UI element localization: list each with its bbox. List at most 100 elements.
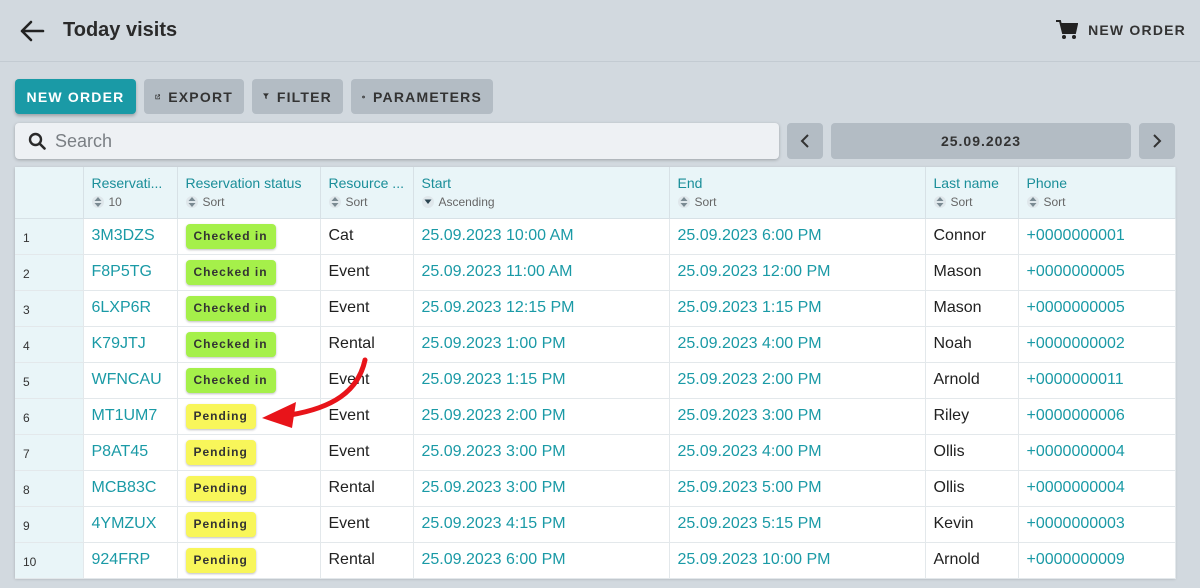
table-row[interactable]: 5 WFNCAU Checked in Event 25.09.2023 1:15 PM… (15, 362, 1176, 399)
sort-control[interactable]: 10 (91, 195, 169, 209)
column-header[interactable]: Start Ascending (413, 167, 670, 219)
phone-link[interactable]: +0000000005 (1018, 290, 1176, 327)
export-button[interactable]: EXPORT (144, 79, 244, 114)
column-header[interactable]: Phone Sort (1018, 167, 1176, 219)
date-selector[interactable]: 25.09.2023 (831, 123, 1131, 159)
end-time[interactable]: 25.09.2023 4:00 PM (669, 326, 926, 363)
table-row[interactable]: 6 MT1UM7 Pending Event 25.09.2023 2:00 PM 25.… (15, 398, 1176, 435)
column-title: Reservation status (185, 175, 302, 191)
reservation-code[interactable]: P8AT45 (83, 434, 178, 471)
parameters-button[interactable]: PARAMETERS (351, 79, 493, 114)
resource-cell: Event (320, 434, 414, 471)
table-row[interactable]: 8 MCB83C Pending Rental 25.09.2023 3:00 PM 25… (15, 470, 1176, 507)
start-time[interactable]: 25.09.2023 1:00 PM (413, 326, 670, 363)
start-time[interactable]: 25.09.2023 11:00 AM (413, 254, 670, 291)
sort-control[interactable]: Sort (328, 195, 405, 209)
last-name: Mason (925, 290, 1019, 327)
status-badge[interactable]: Checked in (185, 367, 276, 393)
start-time[interactable]: 25.09.2023 2:00 PM (413, 398, 670, 435)
status-badge[interactable]: Pending (185, 403, 256, 429)
column-header[interactable]: Last name Sort (925, 167, 1019, 219)
status-badge[interactable]: Pending (185, 547, 256, 573)
end-time[interactable]: 25.09.2023 5:00 PM (669, 470, 926, 507)
end-time[interactable]: 25.09.2023 12:00 PM (669, 254, 926, 291)
end-time[interactable]: 25.09.2023 6:00 PM (669, 218, 926, 255)
table-row[interactable]: 10 924FRP Pending Rental 25.09.2023 6:00 PM 2… (15, 542, 1176, 579)
table-row[interactable]: 2 F8P5TG Checked in Event 25.09.2023 11:00 A… (15, 254, 1176, 291)
column-header[interactable]: Resource ... Sort (320, 167, 414, 219)
column-header[interactable]: Reservation status Sort (177, 167, 321, 219)
column-header[interactable]: End Sort (669, 167, 926, 219)
reservation-code[interactable]: 924FRP (83, 542, 178, 579)
reservation-code[interactable]: F8P5TG (83, 254, 178, 291)
status-cell: Checked in (177, 254, 321, 291)
table-row[interactable]: 9 4YMZUX Pending Event 25.09.2023 4:15 PM 25.… (15, 506, 1176, 543)
phone-link[interactable]: +0000000001 (1018, 218, 1176, 255)
column-title: Resource ... (328, 175, 404, 191)
reservation-code[interactable]: K79JTJ (83, 326, 178, 363)
status-badge[interactable]: Checked in (185, 259, 276, 285)
end-time[interactable]: 25.09.2023 10:00 PM (669, 542, 926, 579)
sort-control[interactable]: Sort (1026, 195, 1167, 209)
end-time[interactable]: 25.09.2023 2:00 PM (669, 362, 926, 399)
end-time[interactable]: 25.09.2023 3:00 PM (669, 398, 926, 435)
sort-label: Sort (950, 195, 973, 209)
reservation-code[interactable]: 4YMZUX (83, 506, 178, 543)
new-order-button[interactable]: NEW ORDER (15, 79, 136, 114)
back-button[interactable] (14, 14, 50, 48)
sort-control[interactable]: Sort (933, 195, 1010, 209)
sort-icon (328, 196, 341, 208)
row-number: 4 (15, 326, 84, 363)
start-time[interactable]: 25.09.2023 10:00 AM (413, 218, 670, 255)
status-badge[interactable]: Pending (185, 439, 256, 465)
phone-link[interactable]: +0000000002 (1018, 326, 1176, 363)
phone-link[interactable]: +0000000004 (1018, 470, 1176, 507)
reservation-code[interactable]: 3M3DZS (83, 218, 178, 255)
start-time[interactable]: 25.09.2023 4:15 PM (413, 506, 670, 543)
phone-link[interactable]: +0000000005 (1018, 254, 1176, 291)
phone-link[interactable]: +0000000006 (1018, 398, 1176, 435)
sort-control[interactable]: Sort (185, 195, 312, 209)
sort-label: Sort (694, 195, 717, 209)
status-badge[interactable]: Pending (185, 475, 256, 501)
end-time[interactable]: 25.09.2023 5:15 PM (669, 506, 926, 543)
column-header[interactable]: Reservati... 10 (83, 167, 178, 219)
table-row[interactable]: 4 K79JTJ Checked in Rental 25.09.2023 1:00 P… (15, 326, 1176, 363)
table-row[interactable]: 3 6LXP6R Checked in Event 25.09.2023 12:15 P… (15, 290, 1176, 327)
status-badge[interactable]: Checked in (185, 223, 276, 249)
sort-icon (91, 196, 104, 208)
search-bar (15, 123, 779, 159)
phone-link[interactable]: +0000000003 (1018, 506, 1176, 543)
table-row[interactable]: 1 3M3DZS Checked in Cat 25.09.2023 10:00 AM 2… (15, 218, 1176, 255)
reservation-code[interactable]: MCB83C (83, 470, 178, 507)
resource-cell: Event (320, 290, 414, 327)
header-new-order-button[interactable]: NEW ORDER (1056, 16, 1186, 44)
status-badge[interactable]: Checked in (185, 295, 276, 321)
sort-label: Sort (202, 195, 225, 209)
resource-cell: Rental (320, 470, 414, 507)
status-badge[interactable]: Pending (185, 511, 256, 537)
sort-control[interactable]: Sort (677, 195, 917, 209)
sort-control[interactable]: Ascending (421, 195, 661, 209)
previous-date-button[interactable] (787, 123, 823, 159)
start-time[interactable]: 25.09.2023 6:00 PM (413, 542, 670, 579)
search-input[interactable] (55, 130, 755, 152)
reservation-code[interactable]: MT1UM7 (83, 398, 178, 435)
reservation-code[interactable]: 6LXP6R (83, 290, 178, 327)
reservation-code[interactable]: WFNCAU (83, 362, 178, 399)
start-time[interactable]: 25.09.2023 3:00 PM (413, 434, 670, 471)
table-row[interactable]: 7 P8AT45 Pending Event 25.09.2023 3:00 PM 25.… (15, 434, 1176, 471)
end-time[interactable]: 25.09.2023 1:15 PM (669, 290, 926, 327)
parameters-label: PARAMETERS (373, 88, 482, 105)
status-badge[interactable]: Checked in (185, 331, 276, 357)
next-date-button[interactable] (1139, 123, 1175, 159)
phone-link[interactable]: +0000000009 (1018, 542, 1176, 579)
start-time[interactable]: 25.09.2023 3:00 PM (413, 470, 670, 507)
phone-link[interactable]: +0000000004 (1018, 434, 1176, 471)
phone-link[interactable]: +0000000011 (1018, 362, 1176, 399)
status-cell: Checked in (177, 218, 321, 255)
end-time[interactable]: 25.09.2023 4:00 PM (669, 434, 926, 471)
filter-button[interactable]: FILTER (252, 79, 343, 114)
start-time[interactable]: 25.09.2023 1:15 PM (413, 362, 670, 399)
start-time[interactable]: 25.09.2023 12:15 PM (413, 290, 670, 327)
